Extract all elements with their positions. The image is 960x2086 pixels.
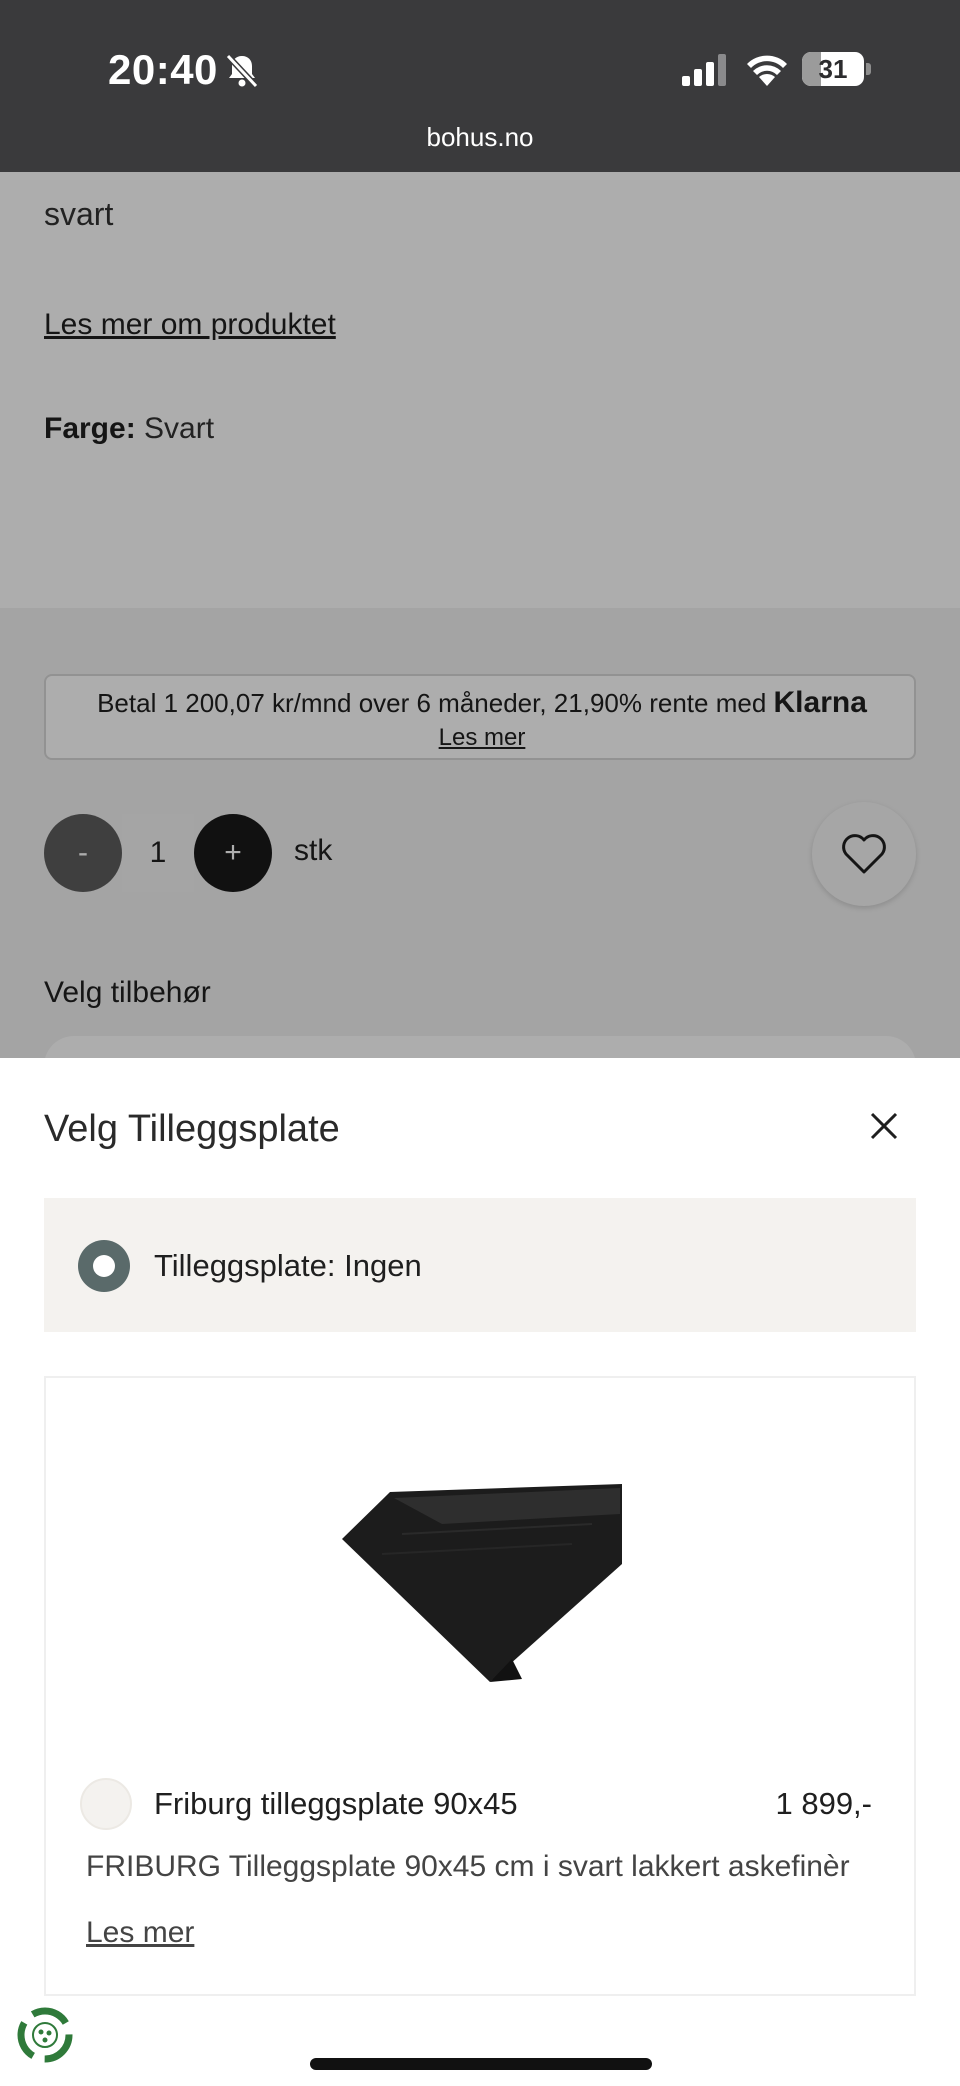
recycle-badge-icon[interactable] <box>14 2004 76 2066</box>
extension-read-more-link[interactable]: Les mer <box>86 1916 194 1950</box>
modal-backdrop[interactable] <box>0 172 960 1058</box>
battery-indicator: 31 <box>802 52 872 86</box>
home-indicator[interactable] <box>310 2058 652 2070</box>
extension-product-description: FRIBURG Tilleggsplate 90x45 cm i svart l… <box>86 1850 850 1883</box>
extension-product-card[interactable]: Friburg tilleggsplate 90x45 1 899,- FRIB… <box>44 1376 916 1996</box>
address-bar-url[interactable]: bohus.no <box>0 122 960 153</box>
sheet-title: Velg Tilleggsplate <box>44 1108 340 1150</box>
radio-selected[interactable] <box>78 1240 130 1292</box>
status-bar: 20:40 31 bohus.no <box>0 0 960 172</box>
extension-leaf-image <box>342 1484 622 1682</box>
battery-cap <box>866 63 871 75</box>
bell-muted-icon <box>225 53 259 89</box>
product-page: svart Les mer om produktet Farge: Svart … <box>0 172 960 1058</box>
cellular-signal-icon <box>682 54 726 86</box>
extension-product-price: 1 899,- <box>775 1786 872 1821</box>
option-no-extension[interactable]: Tilleggsplate: Ingen <box>44 1198 916 1332</box>
extension-product-name: Friburg tilleggsplate 90x45 <box>154 1786 518 1821</box>
radio-unselected[interactable] <box>80 1778 132 1830</box>
add-on-sheet: Velg Tilleggsplate Tilleggsplate: Ingen … <box>0 1058 960 2086</box>
close-icon[interactable] <box>866 1108 902 1144</box>
clock-time: 20:40 <box>108 46 218 93</box>
wifi-icon <box>747 55 787 86</box>
option-no-extension-label: Tilleggsplate: Ingen <box>154 1248 422 1283</box>
battery-percent: 31 <box>818 54 848 84</box>
